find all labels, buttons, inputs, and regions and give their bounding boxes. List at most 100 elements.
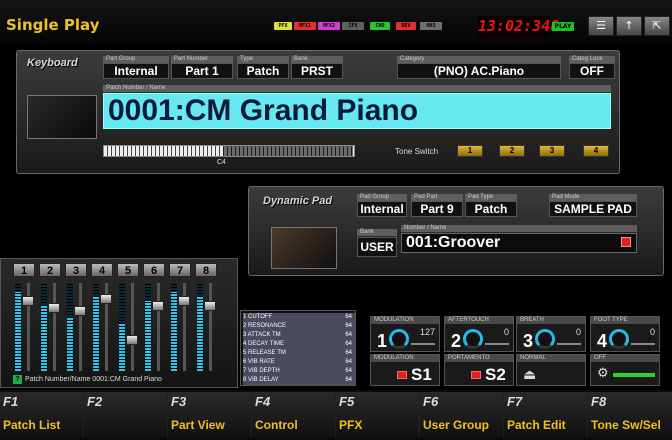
up-button[interactable]: ↑	[616, 16, 642, 36]
pad-name-label: Number / Name	[401, 225, 637, 232]
fkey-number: F2	[87, 394, 103, 409]
channel-5-button[interactable]: 5	[117, 263, 139, 277]
part-group-field[interactable]: Internal	[103, 63, 169, 79]
control-row-4[interactable]: 4 DECAY TIME 64	[243, 340, 355, 349]
exit-button[interactable]: ⇱	[644, 16, 670, 36]
fkey-label: Control	[255, 418, 298, 432]
tone-switch-3[interactable]: 3	[539, 145, 565, 157]
tone-switch-4[interactable]: 4	[583, 145, 609, 157]
meter-fill	[93, 296, 99, 371]
knob-bar	[485, 343, 509, 345]
pedal-icon: ⚙	[597, 366, 609, 381]
channel-6-meter	[145, 283, 151, 371]
tone-switch-1[interactable]: 1	[457, 145, 483, 157]
control-value: 64	[345, 341, 352, 347]
control-value: 64	[345, 314, 352, 320]
fkey-number: F7	[507, 394, 523, 409]
knob-number: 1	[377, 331, 388, 351]
fkey-label: User Group	[423, 418, 490, 432]
categ-lock-label: Categ Lock	[569, 56, 615, 63]
fkey-number: F5	[339, 394, 355, 409]
f2-button[interactable]: F2	[84, 392, 168, 438]
f5-pfx-button[interactable]: F5 PFX	[336, 392, 420, 438]
key-marker: C4	[217, 159, 226, 166]
channel-5-meter	[119, 283, 125, 371]
part-number-field[interactable]: Part 1	[171, 63, 233, 79]
f1-patch-list-button[interactable]: F1 Patch List	[0, 392, 84, 438]
f6-user-group-button[interactable]: F6 User Group	[420, 392, 504, 438]
control-row-3[interactable]: 3 ATTACK TM 64	[243, 331, 355, 340]
channel-8-fader[interactable]	[204, 301, 216, 311]
piano-image	[27, 95, 97, 139]
fkey-number: F4	[255, 394, 271, 409]
bank-field[interactable]: PRST	[291, 63, 343, 79]
control-row-5[interactable]: 5 RELEASE TM 64	[243, 349, 355, 358]
control-row-1[interactable]: 1 CUTOFF 64	[243, 313, 355, 322]
f7-patch-edit-button[interactable]: F7 Patch Edit	[504, 392, 588, 438]
channel-7-fader[interactable]	[178, 296, 190, 306]
channel-8-meter	[197, 283, 203, 371]
pad-edit-icon[interactable]	[621, 237, 631, 247]
knob-value: 0	[649, 327, 655, 337]
assign-knob-3[interactable]: BREATH 3 0	[516, 316, 586, 352]
channel-4-button[interactable]: 4	[91, 263, 113, 277]
tone-switch-2[interactable]: 2	[499, 145, 525, 157]
channel-3-button[interactable]: 3	[65, 263, 87, 277]
knob-dial[interactable]	[463, 329, 483, 349]
pad-group-field[interactable]: Internal	[357, 201, 407, 217]
fkey-label: Patch Edit	[507, 418, 566, 432]
knob-dial[interactable]	[535, 329, 555, 349]
assign-switch-label: OFF	[591, 355, 659, 362]
knob-bar	[411, 343, 435, 345]
assign-knob-1[interactable]: MODULATION 1 127	[370, 316, 440, 352]
control-row-2[interactable]: 2 RESONANCE 64	[243, 322, 355, 331]
channel-3-meter	[67, 283, 73, 371]
control-row-6[interactable]: 6 VIB RATE 64	[243, 358, 355, 367]
assign-knob-2[interactable]: AFTERTOUCH 2 0	[444, 316, 514, 352]
channel-1-fader[interactable]	[22, 296, 34, 306]
f4-control-button[interactable]: F4 Control	[252, 392, 336, 438]
control-row-7[interactable]: 7 VIB DEPTH 64	[243, 367, 355, 376]
categ-lock-field[interactable]: OFF	[569, 63, 615, 79]
assign-switch-3[interactable]: NORMAL ⏏	[516, 354, 586, 386]
f8-tone-sw-sel-button[interactable]: F8 Tone Sw/Sel	[588, 392, 672, 438]
channel-4-fader[interactable]	[100, 294, 112, 304]
channel-2-button[interactable]: 2	[39, 263, 61, 277]
pad-mode-field[interactable]: SAMPLE PAD	[549, 201, 637, 217]
type-label: Type	[237, 56, 289, 63]
channel-5-fader[interactable]	[126, 335, 138, 345]
indicator-mfx2: MFX2	[318, 22, 340, 30]
pad-bank-field[interactable]: USER	[357, 237, 397, 257]
channel-2-fader-track	[53, 283, 56, 371]
channel-2-fader[interactable]	[48, 303, 60, 313]
type-field[interactable]: Patch	[237, 63, 289, 79]
pad-part-field[interactable]: Part 9	[411, 201, 463, 217]
assign-knob-4[interactable]: FOOT TYPE 4 0	[590, 316, 660, 352]
assign-switch-2[interactable]: PORTAMENTO S2	[444, 354, 514, 386]
pad-name-field[interactable]: 001:Groover	[401, 233, 637, 253]
control-row-8[interactable]: 8 VIB DELAY 64	[243, 376, 355, 385]
patch-name-field[interactable]: 0001:CM Grand Piano	[103, 93, 611, 129]
channel-8-button[interactable]: 8	[195, 263, 217, 277]
channel-7-button[interactable]: 7	[169, 263, 191, 277]
control-value: 64	[345, 332, 352, 338]
page-title: Single Play	[6, 16, 100, 34]
control-value: 64	[345, 323, 352, 329]
category-field[interactable]: (PNO) AC.Piano	[397, 63, 561, 79]
channel-2-meter	[41, 283, 47, 371]
channel-6-button[interactable]: 6	[143, 263, 165, 277]
knob-dial[interactable]	[609, 329, 629, 349]
assign-switch-1[interactable]: MODULATION S1	[370, 354, 440, 386]
pad-type-field[interactable]: Patch	[465, 201, 517, 217]
knob-value: 0	[575, 327, 581, 337]
assign-switch-4[interactable]: OFF ⚙	[590, 354, 660, 386]
control-label: 8 VIB DELAY	[243, 377, 279, 383]
channel-6-fader[interactable]	[152, 301, 164, 311]
channel-1-button[interactable]: 1	[13, 263, 35, 277]
knob-dial[interactable]	[389, 329, 409, 349]
pad-mode-label: Pad Mode	[549, 194, 637, 201]
menu-button[interactable]: ☰	[588, 16, 614, 36]
control-value: 64	[345, 359, 352, 365]
channel-3-fader[interactable]	[74, 306, 86, 316]
f3-part-view-button[interactable]: F3 Part View	[168, 392, 252, 438]
